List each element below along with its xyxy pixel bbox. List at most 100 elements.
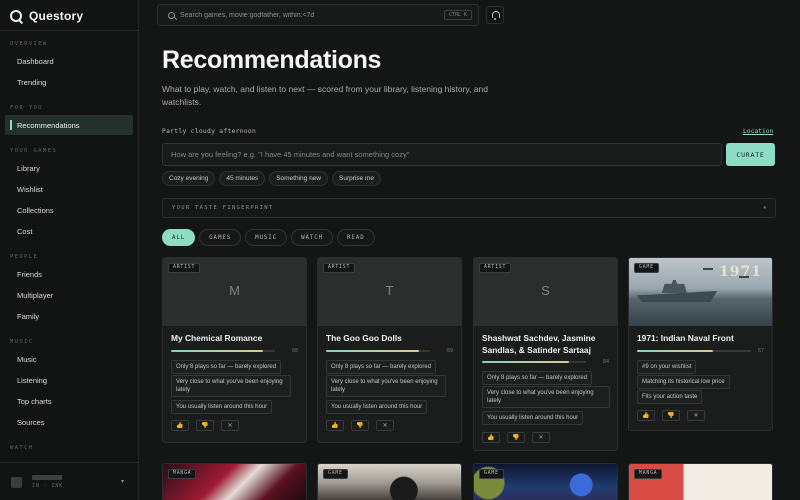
type-badge: ARTIST (323, 263, 356, 273)
dismiss-icon[interactable]: ✕ (376, 420, 394, 431)
section-music: MUSIC (10, 339, 34, 345)
taste-fingerprint-toggle[interactable]: YOUR TASTE FINGERPRINT ▾ (162, 198, 776, 218)
warship-superstructure (661, 280, 687, 293)
match-score: 88 (292, 348, 299, 354)
recommendation-card-cover[interactable]: GAME (473, 463, 618, 500)
card-title: The Goo Goo Dolls (326, 333, 402, 343)
match-meter-fill (482, 361, 570, 363)
card-title: 1971: Indian Naval Front (637, 333, 734, 343)
sidebar-item-music[interactable]: Music (5, 349, 133, 369)
chip-something-new[interactable]: Something new (269, 171, 328, 186)
sidebar-item-dashboard[interactable]: Dashboard (5, 51, 133, 71)
aircraft-silhouette (739, 276, 749, 278)
recommendation-card-cover[interactable]: MANGA (628, 463, 773, 500)
sidebar-item-family[interactable]: Family (5, 306, 133, 326)
recommendation-card[interactable]: ARTIST M My Chemical Romance 88 Only 8 p… (162, 257, 307, 443)
page-subtitle: What to play, watch, and listen to next … (162, 84, 488, 107)
chip-surprise-me[interactable]: Surprise me (332, 171, 382, 186)
thumbs-down-icon[interactable]: 👎 (196, 420, 214, 431)
user-menu[interactable]: IN · INK ▾ (0, 462, 139, 500)
sidebar: Questory OVERVIEW Dashboard Trending FOR… (0, 0, 139, 500)
section-for-you: FOR YOU (10, 105, 43, 111)
reason-chip: Very close to what you've been enjoying … (482, 386, 610, 408)
section-watch: WATCH (10, 445, 34, 451)
dismiss-icon[interactable]: ✕ (532, 432, 550, 443)
sidebar-item-friends[interactable]: Friends (5, 264, 133, 284)
weather-status: Partly cloudy afternoon (162, 128, 257, 135)
filter-watch[interactable]: WATCH (291, 229, 334, 246)
recommendation-card-cover[interactable]: MANGA (162, 463, 307, 500)
notifications-bell-icon[interactable] (486, 6, 504, 24)
artist-initial: S (541, 283, 550, 298)
sidebar-item-collections[interactable]: Collections (5, 200, 133, 220)
card-thumbnail: ARTIST S (474, 258, 617, 326)
sidebar-item-library[interactable]: Library (5, 158, 133, 178)
type-badge: MANGA (168, 469, 197, 479)
sidebar-item-trending[interactable]: Trending (5, 72, 133, 92)
type-badge: GAME (479, 469, 504, 479)
thumbs-up-icon[interactable]: 👍 (482, 432, 500, 443)
search-input[interactable] (180, 5, 440, 25)
match-meter (326, 350, 430, 352)
card-title: Shashwat Sachdev, Jasmine Sandlas, & Sat… (482, 333, 596, 355)
sidebar-item-cost[interactable]: Cost (5, 221, 133, 241)
app-name: Questory (29, 9, 84, 23)
filter-music[interactable]: MUSIC (245, 229, 288, 246)
reason-chip: Only 8 plays so far — barely explored (326, 360, 437, 374)
type-badge: ARTIST (479, 263, 512, 273)
sidebar-item-listening[interactable]: Listening (5, 370, 133, 390)
filter-all[interactable]: ALL (162, 229, 196, 246)
match-meter (171, 350, 275, 352)
recommendation-card[interactable]: ARTIST T The Goo Goo Dolls 89 Only 8 pla… (317, 257, 462, 443)
type-badge: ARTIST (168, 263, 201, 273)
thumbs-up-icon[interactable]: 👍 (637, 410, 655, 421)
sidebar-item-multiplayer[interactable]: Multiplayer (5, 285, 133, 305)
chip-cozy-evening[interactable]: Cozy evening (162, 171, 216, 186)
curate-button[interactable]: CURATE (726, 143, 775, 166)
match-meter (637, 350, 751, 352)
sidebar-item-sources[interactable]: Sources (5, 412, 133, 432)
chip-45-minutes[interactable]: 45 minutes (219, 171, 266, 186)
search-shortcut-hint: CTRL K (443, 10, 472, 20)
reason-chip: Matching its historical low price (637, 375, 730, 389)
sidebar-item-recommendations[interactable]: Recommendations (5, 115, 133, 135)
aircraft-silhouette (703, 268, 713, 270)
sidebar-divider (0, 30, 139, 31)
thumbs-up-icon[interactable]: 👍 (171, 420, 189, 431)
user-status: IN · INK (32, 484, 64, 489)
filter-games[interactable]: GAMES (199, 229, 242, 246)
location-link[interactable]: Location (743, 128, 773, 135)
avatar (11, 477, 22, 488)
recommendation-card-cover[interactable]: GAME (317, 463, 462, 500)
card-thumbnail: 1971 GAME (629, 258, 772, 326)
reason-chip: #9 on your wishlist (637, 360, 697, 374)
recommendation-card[interactable]: 1971 GAME 1971: Indian Naval Front 67 #9… (628, 257, 773, 431)
card-title: My Chemical Romance (171, 333, 263, 343)
section-overview: OVERVIEW (10, 41, 48, 47)
reason-chip: Very close to what you've been enjoying … (326, 375, 446, 397)
caret-down-icon: ▾ (763, 205, 766, 211)
artist-initial: M (229, 283, 240, 298)
dismiss-icon[interactable]: ✕ (687, 410, 705, 421)
reason-chip: Fits your action taste (637, 390, 703, 404)
recommendation-card[interactable]: ARTIST S Shashwat Sachdev, Jasmine Sandl… (473, 257, 618, 451)
thumbs-up-icon[interactable]: 👍 (326, 420, 344, 431)
sidebar-item-top-charts[interactable]: Top charts (5, 391, 133, 411)
chevron-down-icon: ▾ (121, 479, 125, 485)
dismiss-icon[interactable]: ✕ (221, 420, 239, 431)
filter-read[interactable]: READ (337, 229, 375, 246)
match-score: 67 (758, 348, 765, 354)
thumbs-down-icon[interactable]: 👎 (351, 420, 369, 431)
app-logo[interactable]: Questory (10, 8, 83, 24)
sidebar-item-wishlist[interactable]: Wishlist (5, 179, 133, 199)
match-meter-fill (637, 350, 714, 352)
user-name-redacted (32, 475, 62, 480)
reason-chip: You usually listen around this hour (326, 400, 428, 414)
mood-input[interactable] (162, 143, 722, 166)
thumbs-down-icon[interactable]: 👎 (662, 410, 680, 421)
card-thumbnail: ARTIST T (318, 258, 461, 326)
match-meter-fill (326, 350, 419, 352)
match-score: 84 (603, 359, 610, 365)
thumbs-down-icon[interactable]: 👎 (507, 432, 525, 443)
match-score: 89 (447, 348, 454, 354)
